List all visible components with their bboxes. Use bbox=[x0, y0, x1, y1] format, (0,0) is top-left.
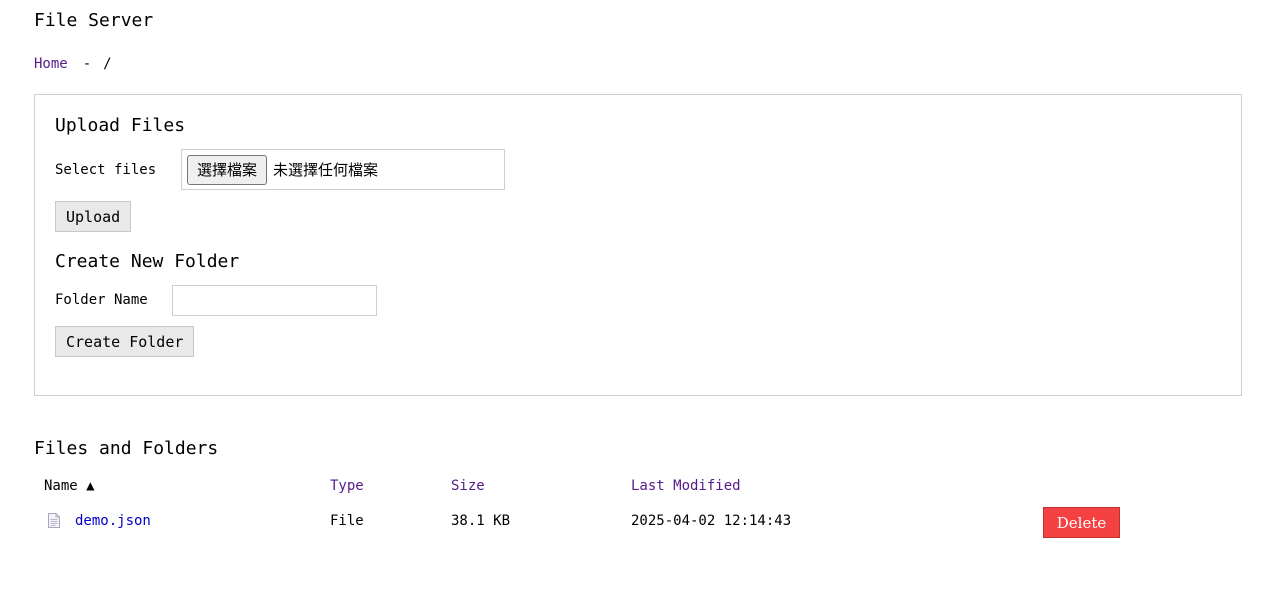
files-section-title: Files and Folders bbox=[34, 438, 219, 459]
actions-panel: Upload Files Select files 選擇檔案 未選擇任何檔案 U… bbox=[34, 94, 1242, 396]
folder-name-input[interactable] bbox=[172, 285, 377, 316]
file-type: File bbox=[330, 513, 364, 529]
column-header-type[interactable]: Type bbox=[330, 478, 364, 494]
breadcrumb-current-path: / bbox=[103, 56, 112, 72]
file-name-link[interactable]: demo.json bbox=[75, 513, 151, 529]
breadcrumb: Home - / bbox=[34, 56, 112, 72]
breadcrumb-separator: - bbox=[82, 56, 92, 72]
column-header-name[interactable]: Name ▲ bbox=[44, 478, 95, 494]
file-input[interactable]: 選擇檔案 未選擇任何檔案 bbox=[181, 149, 505, 190]
create-folder-button[interactable]: Create Folder bbox=[55, 326, 195, 357]
document-icon bbox=[48, 513, 60, 528]
select-files-label: Select files bbox=[55, 162, 157, 178]
file-last-modified: 2025-04-02 12:14:43 bbox=[631, 513, 792, 529]
column-header-last-modified[interactable]: Last Modified bbox=[631, 478, 741, 494]
choose-file-button[interactable]: 選擇檔案 bbox=[187, 154, 268, 185]
no-file-selected-text: 未選擇任何檔案 bbox=[273, 161, 379, 179]
delete-button[interactable]: Delete bbox=[1043, 507, 1120, 538]
page-title: File Server bbox=[34, 10, 154, 31]
file-server-page: File Server Home - / Upload Files Select… bbox=[0, 0, 1282, 597]
create-folder-section-title: Create New Folder bbox=[55, 251, 240, 272]
breadcrumb-home-link[interactable]: Home bbox=[34, 56, 68, 72]
column-header-size[interactable]: Size bbox=[451, 478, 485, 494]
file-size: 38.1 KB bbox=[451, 513, 511, 529]
folder-name-label: Folder Name bbox=[55, 292, 148, 308]
upload-section-title: Upload Files bbox=[55, 115, 186, 136]
upload-button[interactable]: Upload bbox=[55, 201, 132, 232]
